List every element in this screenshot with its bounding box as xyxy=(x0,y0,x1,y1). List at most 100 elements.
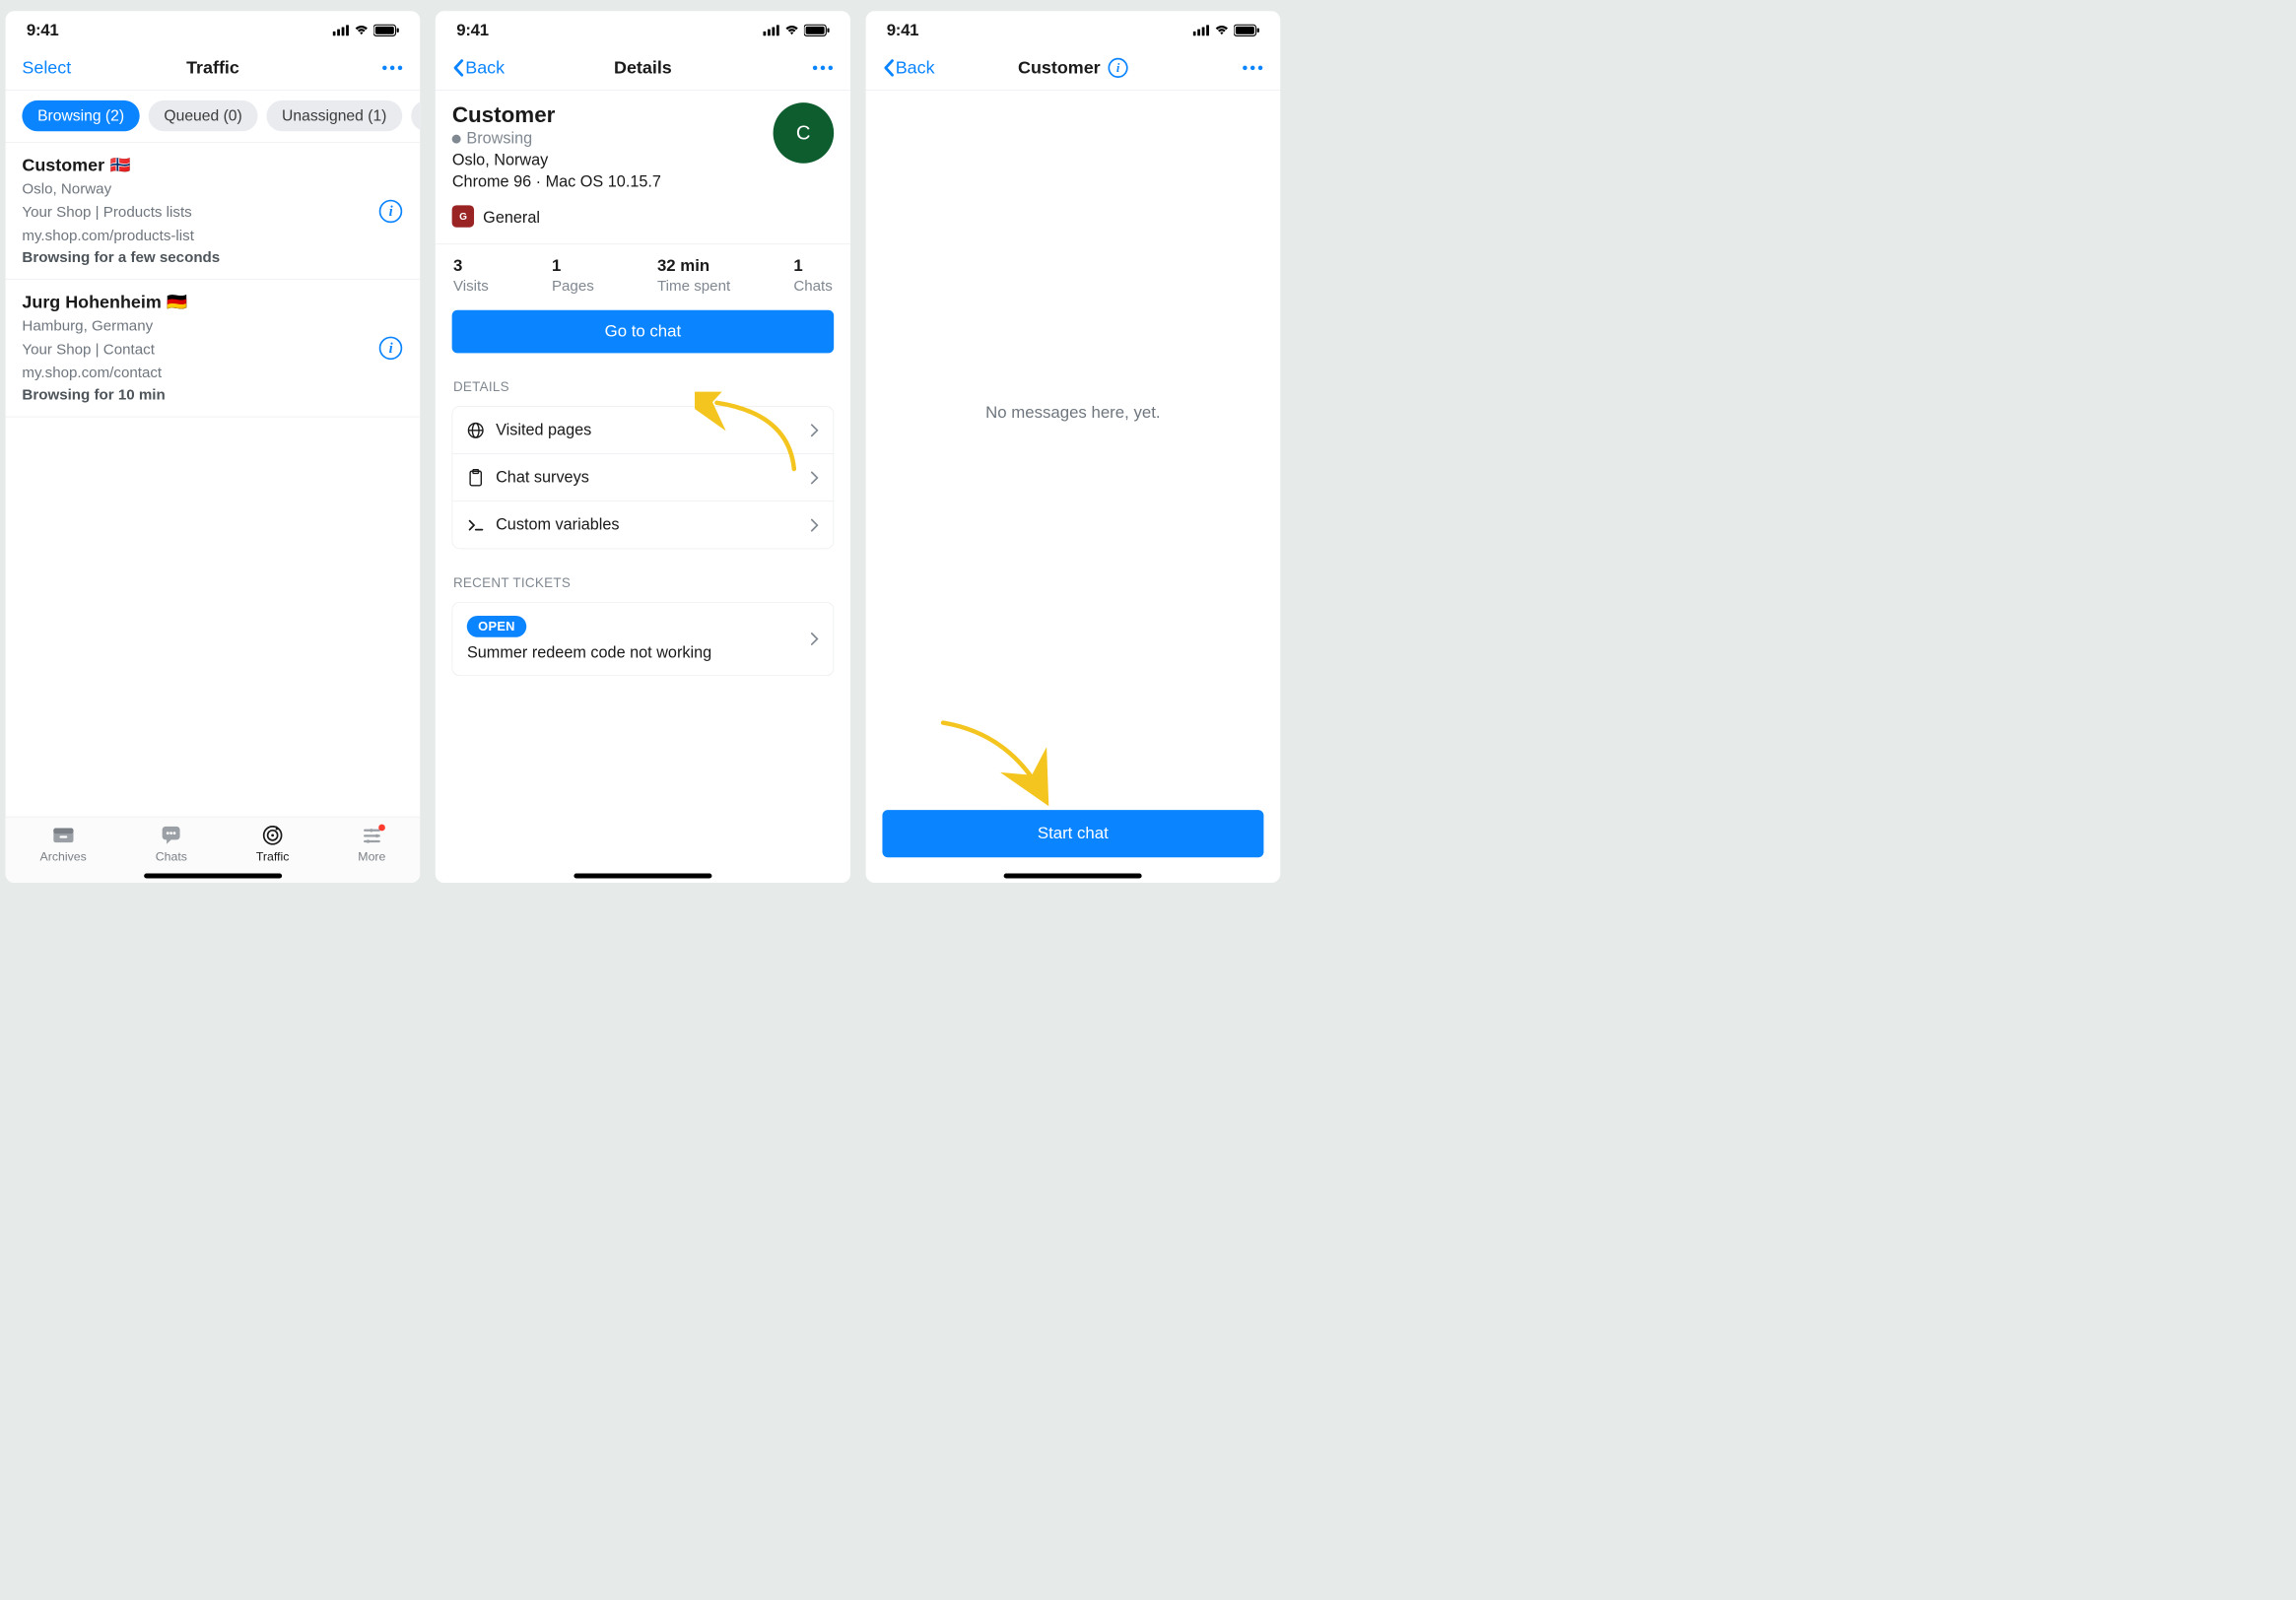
tab-label: More xyxy=(358,849,385,864)
stat-value: 32 min xyxy=(657,256,730,275)
notification-dot-icon xyxy=(378,824,385,831)
tab-label: Chats xyxy=(156,849,187,864)
battery-icon xyxy=(373,25,399,36)
info-icon[interactable]: i xyxy=(1108,58,1127,78)
battery-icon xyxy=(1234,25,1259,36)
screen-chat-empty: 9:41 Back Customer i No messages here, y… xyxy=(865,11,1280,883)
back-label: Back xyxy=(465,57,505,78)
terminal-icon xyxy=(467,516,485,534)
info-icon[interactable]: i xyxy=(379,200,403,224)
row-custom-variables[interactable]: Custom variables xyxy=(452,501,833,549)
nav-bar: Back Details xyxy=(436,49,850,90)
stat-label: Visits xyxy=(453,278,489,295)
chip-browsing[interactable]: Browsing (2) xyxy=(22,100,139,131)
stat-value: 1 xyxy=(552,256,594,275)
row-visited-pages[interactable]: Visited pages xyxy=(452,407,833,454)
go-to-chat-button[interactable]: Go to chat xyxy=(452,310,834,354)
row-label: Custom variables xyxy=(496,516,619,534)
cta-label: Start chat xyxy=(1038,825,1109,843)
customer-status-row: Browsing xyxy=(452,130,661,148)
visitor-name: Customer xyxy=(22,155,104,175)
visitor-name-row: Customer 🇳🇴 xyxy=(22,155,403,175)
cta-label: Go to chat xyxy=(605,322,682,341)
back-label: Back xyxy=(896,57,935,78)
visitor-url: my.shop.com/contact xyxy=(22,363,403,382)
tab-traffic[interactable]: Traffic xyxy=(256,824,290,863)
row-chat-surveys[interactable]: Chat surveys xyxy=(452,454,833,501)
group-row: G General xyxy=(452,205,834,227)
screen-traffic-list: 9:41 Select Traffic Browsing (2) Queued … xyxy=(6,11,421,883)
row-label: Chat surveys xyxy=(496,468,589,486)
start-chat-button[interactable]: Start chat xyxy=(882,810,1263,857)
avatar: C xyxy=(773,102,834,164)
tickets-card: OPEN Summer redeem code not working xyxy=(452,602,834,676)
tab-label: Archives xyxy=(40,849,87,864)
nav-bar: Back Customer i xyxy=(865,49,1280,90)
ellipsis-icon xyxy=(381,64,403,71)
visitor-location: Oslo, Norway xyxy=(22,178,403,198)
chevron-right-icon xyxy=(810,632,819,646)
more-button[interactable] xyxy=(1242,64,1263,71)
more-button[interactable] xyxy=(381,64,403,71)
stats-row: 3 Visits 1 Pages 32 min Time spent 1 Cha… xyxy=(452,256,834,305)
stat-visits: 3 Visits xyxy=(453,256,489,295)
status-icons xyxy=(763,25,829,36)
divider xyxy=(436,244,850,245)
stat-label: Pages xyxy=(552,278,594,295)
tab-chats[interactable]: Chats xyxy=(156,824,187,863)
customer-header: Customer Browsing Oslo, Norway Chrome 96… xyxy=(452,102,834,191)
back-button[interactable]: Back xyxy=(452,57,505,78)
select-button[interactable]: Select xyxy=(22,57,71,78)
wifi-icon xyxy=(784,25,800,35)
group-badge-icon: G xyxy=(452,205,474,227)
chip-chatting[interactable]: Cl xyxy=(411,100,420,131)
tab-label: Traffic xyxy=(256,849,290,864)
home-indicator[interactable] xyxy=(144,873,282,878)
clipboard-icon xyxy=(467,469,485,487)
ticket-row[interactable]: OPEN Summer redeem code not working xyxy=(452,603,833,676)
visitor-status: Browsing for 10 min xyxy=(22,386,403,403)
status-icons xyxy=(333,25,399,36)
tab-more[interactable]: More xyxy=(358,824,385,863)
cellular-icon xyxy=(763,25,779,35)
visitor-url: my.shop.com/products-list xyxy=(22,226,403,245)
visitor-location: Hamburg, Germany xyxy=(22,315,403,335)
chip-queued[interactable]: Queued (0) xyxy=(149,100,258,131)
group-name: General xyxy=(483,209,540,227)
list-item[interactable]: Customer 🇳🇴 Oslo, Norway Your Shop | Pro… xyxy=(6,143,421,280)
stat-pages: 1 Pages xyxy=(552,256,594,295)
back-button[interactable]: Back xyxy=(882,57,934,78)
visitor-name: Jurg Hohenheim xyxy=(22,292,161,312)
section-details-label: DETAILS xyxy=(453,379,833,395)
stat-time: 32 min Time spent xyxy=(657,256,730,295)
row-label: Visited pages xyxy=(496,421,591,438)
home-indicator[interactable] xyxy=(574,873,711,878)
list-item[interactable]: Jurg Hohenheim 🇩🇪 Hamburg, Germany Your … xyxy=(6,280,421,417)
tab-archives[interactable]: Archives xyxy=(40,824,87,863)
empty-state: No messages here, yet. xyxy=(865,403,1280,422)
info-icon[interactable]: i xyxy=(379,337,403,361)
ellipsis-icon xyxy=(1242,64,1263,71)
detail-body: Customer Browsing Oslo, Norway Chrome 96… xyxy=(436,91,850,883)
flag-icon: 🇳🇴 xyxy=(110,156,131,175)
stat-value: 3 xyxy=(453,256,489,275)
chip-unassigned[interactable]: Unassigned (1) xyxy=(266,100,402,131)
wifi-icon xyxy=(354,25,370,35)
status-time: 9:41 xyxy=(887,21,919,39)
customer-location: Oslo, Norway xyxy=(452,151,661,168)
status-time: 9:41 xyxy=(456,21,489,39)
stat-label: Time spent xyxy=(657,278,730,295)
customer-name: Customer xyxy=(452,102,661,127)
visitor-page: Your Shop | Products lists xyxy=(22,202,403,222)
status-bar: 9:41 xyxy=(436,11,850,49)
customer-platform: Chrome 96 · Mac OS 10.15.7 xyxy=(452,172,661,190)
more-icon xyxy=(360,824,384,845)
chevron-right-icon xyxy=(810,470,819,485)
chevron-right-icon xyxy=(810,423,819,437)
battery-icon xyxy=(804,25,830,36)
more-button[interactable] xyxy=(812,64,834,71)
filter-chips: Browsing (2) Queued (0) Unassigned (1) C… xyxy=(6,91,421,143)
section-tickets-label: RECENT TICKETS xyxy=(453,575,833,591)
home-indicator[interactable] xyxy=(1004,873,1142,878)
status-icons xyxy=(1193,25,1259,36)
